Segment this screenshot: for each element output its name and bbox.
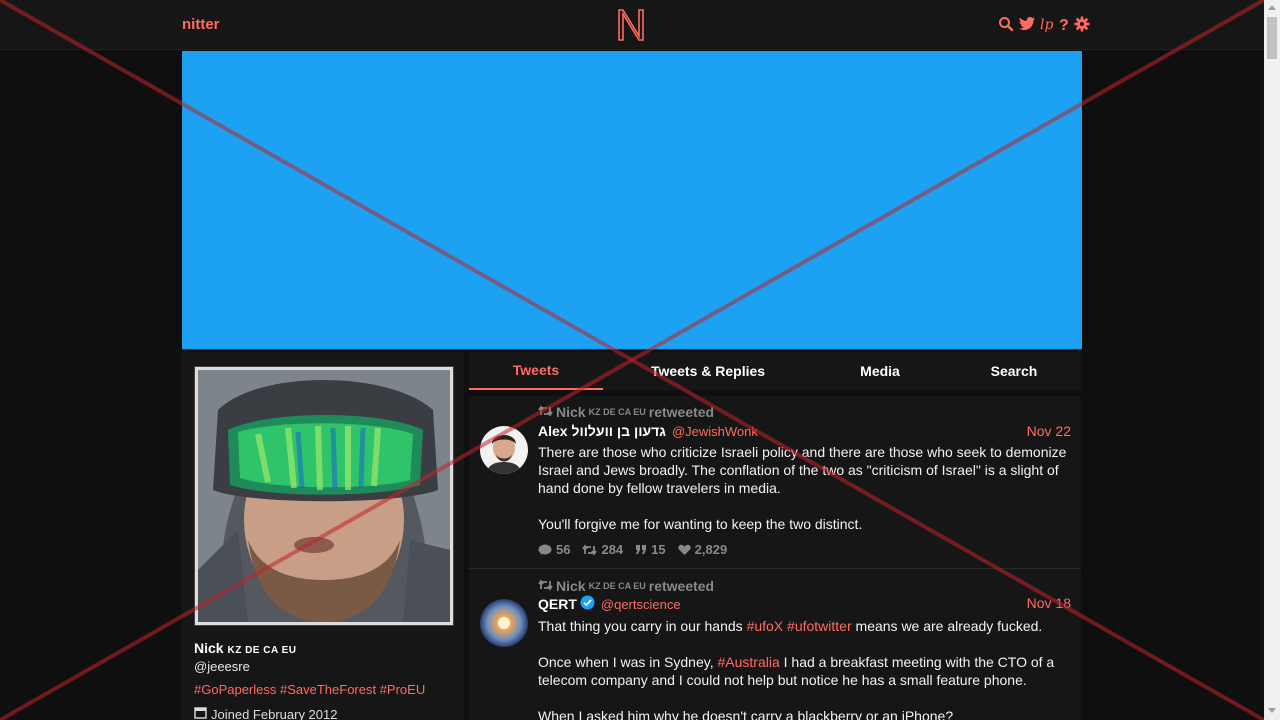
retweeter-name[interactable]: Nick [556,404,586,420]
tab-tweets[interactable]: Tweets [469,352,603,390]
profile-bio[interactable]: #GoPaperless #SaveTheForest #ProEU [194,682,425,697]
text-segment: That thing you carry in our hands [538,618,747,634]
calendar-icon [194,706,207,720]
profile-card: Nick KZ DE CA EU @jeeesre #GoPaperless #… [182,352,464,720]
svg-text:lp: lp [1040,17,1053,32]
profile-flags: KZ DE CA EU [227,645,297,656]
tweet-header: QERT @qertscience [538,595,681,613]
tab-search[interactable]: Search [963,352,1065,390]
profile-joined: Joined February 2012 [194,706,337,720]
quote-stat[interactable]: 15 [635,542,666,557]
tweet-item[interactable]: Nick KZ DE CA EU retweeted Alex גדעון בן… [469,396,1081,569]
scrollbar-thumb[interactable] [1267,17,1277,59]
help-icon[interactable]: ? [1058,16,1070,32]
tweet-paragraph: When I asked him why he doesn't carry a … [538,708,954,720]
timeline: Nick KZ DE CA EU retweeted Alex גדעון בן… [469,396,1081,720]
reply-count: 56 [556,542,571,557]
profile-fullname: Nick KZ DE CA EU [194,640,297,656]
comment-icon [538,544,552,555]
profile-banner[interactable] [182,51,1082,350]
tweet-author-name[interactable]: QERT [538,596,577,612]
quote-count: 15 [651,542,666,557]
profile-avatar[interactable] [194,366,454,626]
page-scrollbar[interactable] [1264,0,1280,720]
svg-text:?: ? [1059,17,1069,32]
text-segment: Once when I was in Sydney, [538,654,718,670]
hashtag-link[interactable]: #Australia [718,654,780,670]
profile-tabs: Tweets Tweets & Replies Media Search [469,352,1081,390]
text-segment: means we are already fucked. [851,618,1043,634]
twitter-icon[interactable] [1018,16,1036,32]
retweet-icon [538,404,553,420]
settings-icon[interactable] [1074,16,1090,32]
tweet-avatar[interactable] [480,426,528,474]
verified-icon [580,595,595,613]
nav-icons: lp ? [998,16,1090,32]
nitter-logo-icon[interactable] [616,8,646,47]
joined-label: Joined February 2012 [211,706,338,720]
quote-icon [636,544,647,554]
tab-media[interactable]: Media [829,352,931,390]
retweeter-flags: KZ DE CA EU [588,581,646,591]
tweet-paragraph: There are those who criticize Israeli po… [538,444,1067,496]
site-brand-link[interactable]: nitter [182,16,220,33]
tweet-date[interactable]: Nov 22 [1027,423,1071,439]
hashtag-link[interactable]: #ufoX [747,618,784,634]
tweet-author-handle[interactable]: @JewishWonk [672,424,758,439]
tweet-avatar[interactable] [480,599,528,647]
scroll-up-icon[interactable] [1268,5,1276,10]
tweet-author-handle[interactable]: @qertscience [601,597,681,612]
profile-name: Nick [194,640,224,656]
tweet-date[interactable]: Nov 18 [1027,595,1071,611]
reply-stat[interactable]: 56 [538,542,570,557]
tweet-header: Alex גדעון בן וועלוול @JewishWonk [538,423,758,439]
tweet-paragraph: That thing you carry in our hands #ufoX … [538,617,1074,635]
retweeter-name[interactable]: Nick [556,578,586,594]
search-icon[interactable] [998,16,1014,32]
tab-tweets-replies[interactable]: Tweets & Replies [619,352,797,390]
like-stat[interactable]: 2,829 [678,542,728,557]
hashtag-link[interactable]: #ufotwitter [787,618,852,634]
rss-icon[interactable]: lp [1040,16,1054,32]
retweeter-flags: KZ DE CA EU [588,407,646,417]
retweet-stat[interactable]: 284 [582,542,623,557]
retweet-header: Nick KZ DE CA EU retweeted [538,578,714,594]
retweet-icon [582,543,598,556]
retweeted-label: retweeted [648,578,715,594]
tweet-body: That thing you carry in our hands #ufoX … [538,617,1074,720]
tweet-body: There are those who criticize Israeli po… [538,443,1074,551]
tweet-paragraph: Once when I was in Sydney, #Australia I … [538,653,1074,689]
retweet-header: Nick KZ DE CA EU retweeted [538,404,714,420]
retweet-icon [538,578,553,594]
like-count: 2,829 [694,542,728,557]
heart-icon [678,544,691,555]
retweet-count: 284 [601,542,624,557]
tweet-author-name[interactable]: Alex גדעון בן וועלוול [538,423,666,439]
tweet-stats: 56 284 15 2,829 [538,542,727,557]
navbar: nitter lp ? [0,0,1264,50]
profile-username[interactable]: @jeeesre [194,659,250,674]
scroll-down-icon[interactable] [1268,708,1276,713]
tweet-item[interactable]: Nick KZ DE CA EU retweeted QERT @qertsci… [469,570,1081,720]
retweeted-label: retweeted [648,404,715,420]
tweet-paragraph: You'll forgive me for wanting to keep th… [538,516,863,532]
